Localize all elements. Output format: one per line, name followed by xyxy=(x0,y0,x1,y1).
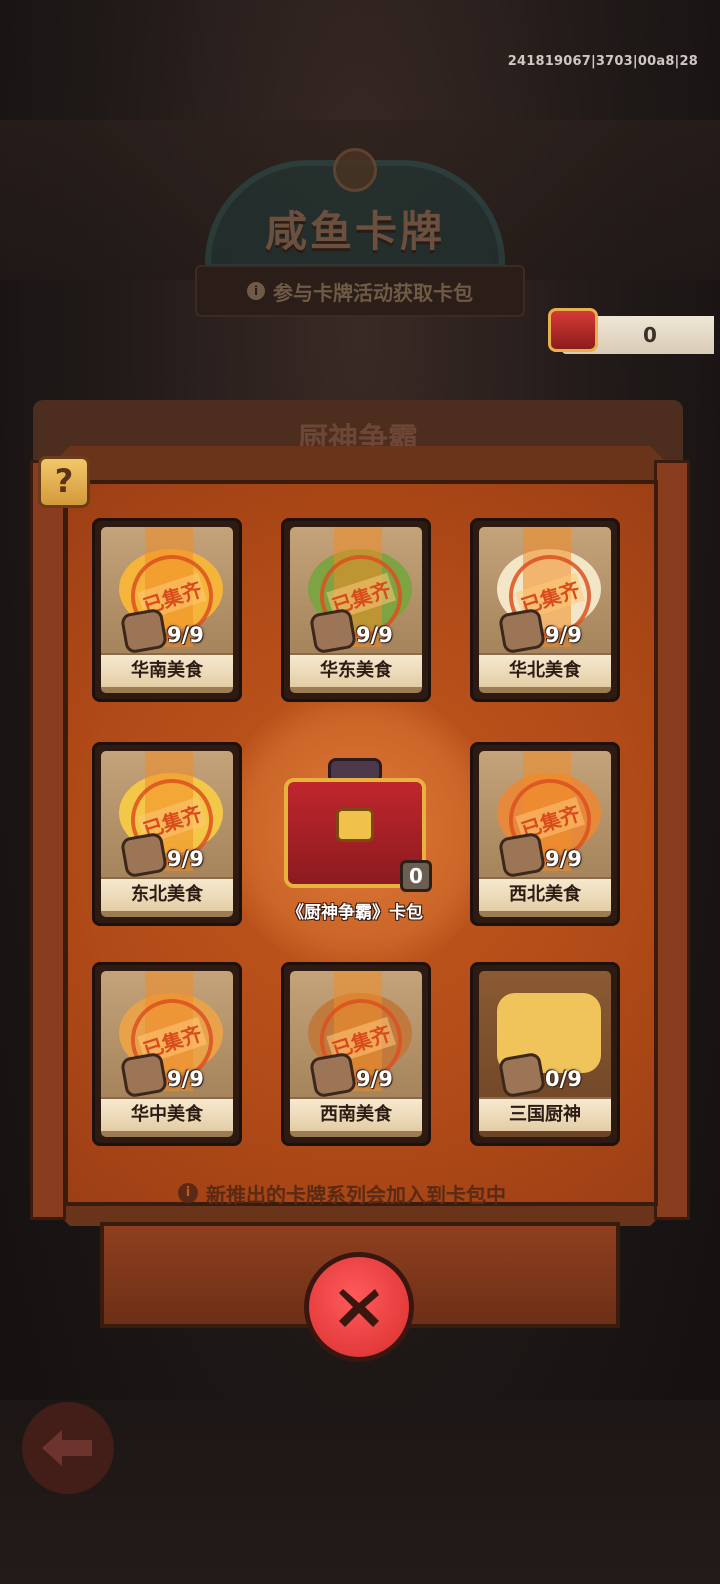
card-badge-icon xyxy=(119,607,169,655)
card-face: 已集齐 9/9 东北美食 xyxy=(101,751,233,917)
footnote-text: 新推出的卡牌系列会加入到卡包中 xyxy=(206,1182,506,1207)
card-badge-icon xyxy=(497,1051,547,1099)
card-count: 9/9 xyxy=(545,847,582,871)
card-badge-icon xyxy=(119,831,169,879)
help-button[interactable]: ? xyxy=(38,456,90,508)
card-label: 西南美食 xyxy=(290,1097,422,1131)
card-face: 0/9 三国厨神 xyxy=(479,971,611,1137)
fish-emblem-icon xyxy=(333,148,377,192)
card-face: 已集齐 9/9 华北美食 xyxy=(479,527,611,693)
card-count: 9/9 xyxy=(167,847,204,871)
back-arrow-icon xyxy=(42,1430,92,1466)
card-face: 已集齐 9/9 华东美食 xyxy=(290,527,422,693)
subtitle-bar: i 参与卡牌活动获取卡包 xyxy=(195,265,525,317)
card-series-sanguo[interactable]: 0/9 三国厨神 xyxy=(470,962,620,1146)
card-face: 已集齐 9/9 华中美食 xyxy=(101,971,233,1137)
card-badge-icon xyxy=(497,831,547,879)
card-series-dongbei[interactable]: 已集齐 9/9 东北美食 xyxy=(92,742,242,926)
pack-count-badge: 0 xyxy=(400,860,432,892)
card-label: 华东美食 xyxy=(290,653,422,687)
version-text: 241819067|3703|00a8|28 xyxy=(507,54,698,69)
back-button[interactable] xyxy=(22,1402,114,1494)
card-count: 9/9 xyxy=(356,623,393,647)
card-badge-icon xyxy=(308,1051,358,1099)
lock-icon xyxy=(336,808,374,842)
card-label: 东北美食 xyxy=(101,877,233,911)
info-icon: i xyxy=(247,282,265,300)
card-label: 三国厨神 xyxy=(479,1097,611,1131)
card-series-huanan[interactable]: 已集齐 9/9 华南美食 xyxy=(92,518,242,702)
subtitle-text: 参与卡牌活动获取卡包 xyxy=(273,280,473,305)
close-button[interactable] xyxy=(304,1252,414,1362)
treasure-chest-icon xyxy=(548,308,598,352)
card-series-xibei[interactable]: 已集齐 9/9 西北美食 xyxy=(470,742,620,926)
card-count: 9/9 xyxy=(545,623,582,647)
panel-side-right xyxy=(654,460,690,1220)
card-badge-icon xyxy=(119,1051,169,1099)
card-label: 华中美食 xyxy=(101,1097,233,1131)
card-badge-icon xyxy=(497,607,547,655)
footnote: i 新推出的卡牌系列会加入到卡包中 xyxy=(178,1180,598,1207)
panel-side-left xyxy=(30,460,66,1220)
card-badge-icon xyxy=(308,607,358,655)
card-count: 9/9 xyxy=(167,1067,204,1091)
card-face: 已集齐 9/9 西北美食 xyxy=(479,751,611,917)
card-count: 9/9 xyxy=(356,1067,393,1091)
card-count: 0/9 xyxy=(545,1067,582,1091)
card-series-huadong[interactable]: 已集齐 9/9 华东美食 xyxy=(281,518,431,702)
card-series-huazhong[interactable]: 已集齐 9/9 华中美食 xyxy=(92,962,242,1146)
card-series-xinan[interactable]: 已集齐 9/9 西南美食 xyxy=(281,962,431,1146)
card-label: 西北美食 xyxy=(479,877,611,911)
pack-counter-value: 0 xyxy=(643,323,657,347)
close-icon xyxy=(339,1289,379,1327)
card-label: 华南美食 xyxy=(101,653,233,687)
pack-label: 《厨神争霸》卡包 xyxy=(287,903,423,923)
card-count: 9/9 xyxy=(167,623,204,647)
card-series-huabei[interactable]: 已集齐 9/9 华北美食 xyxy=(470,518,620,702)
card-face: 已集齐 9/9 西南美食 xyxy=(290,971,422,1137)
info-icon: i xyxy=(178,1183,198,1203)
card-label: 华北美食 xyxy=(479,653,611,687)
question-icon: ? xyxy=(54,462,74,500)
card-face: 已集齐 9/9 华南美食 xyxy=(101,527,233,693)
page-title: 咸鱼卡牌 xyxy=(264,207,445,256)
